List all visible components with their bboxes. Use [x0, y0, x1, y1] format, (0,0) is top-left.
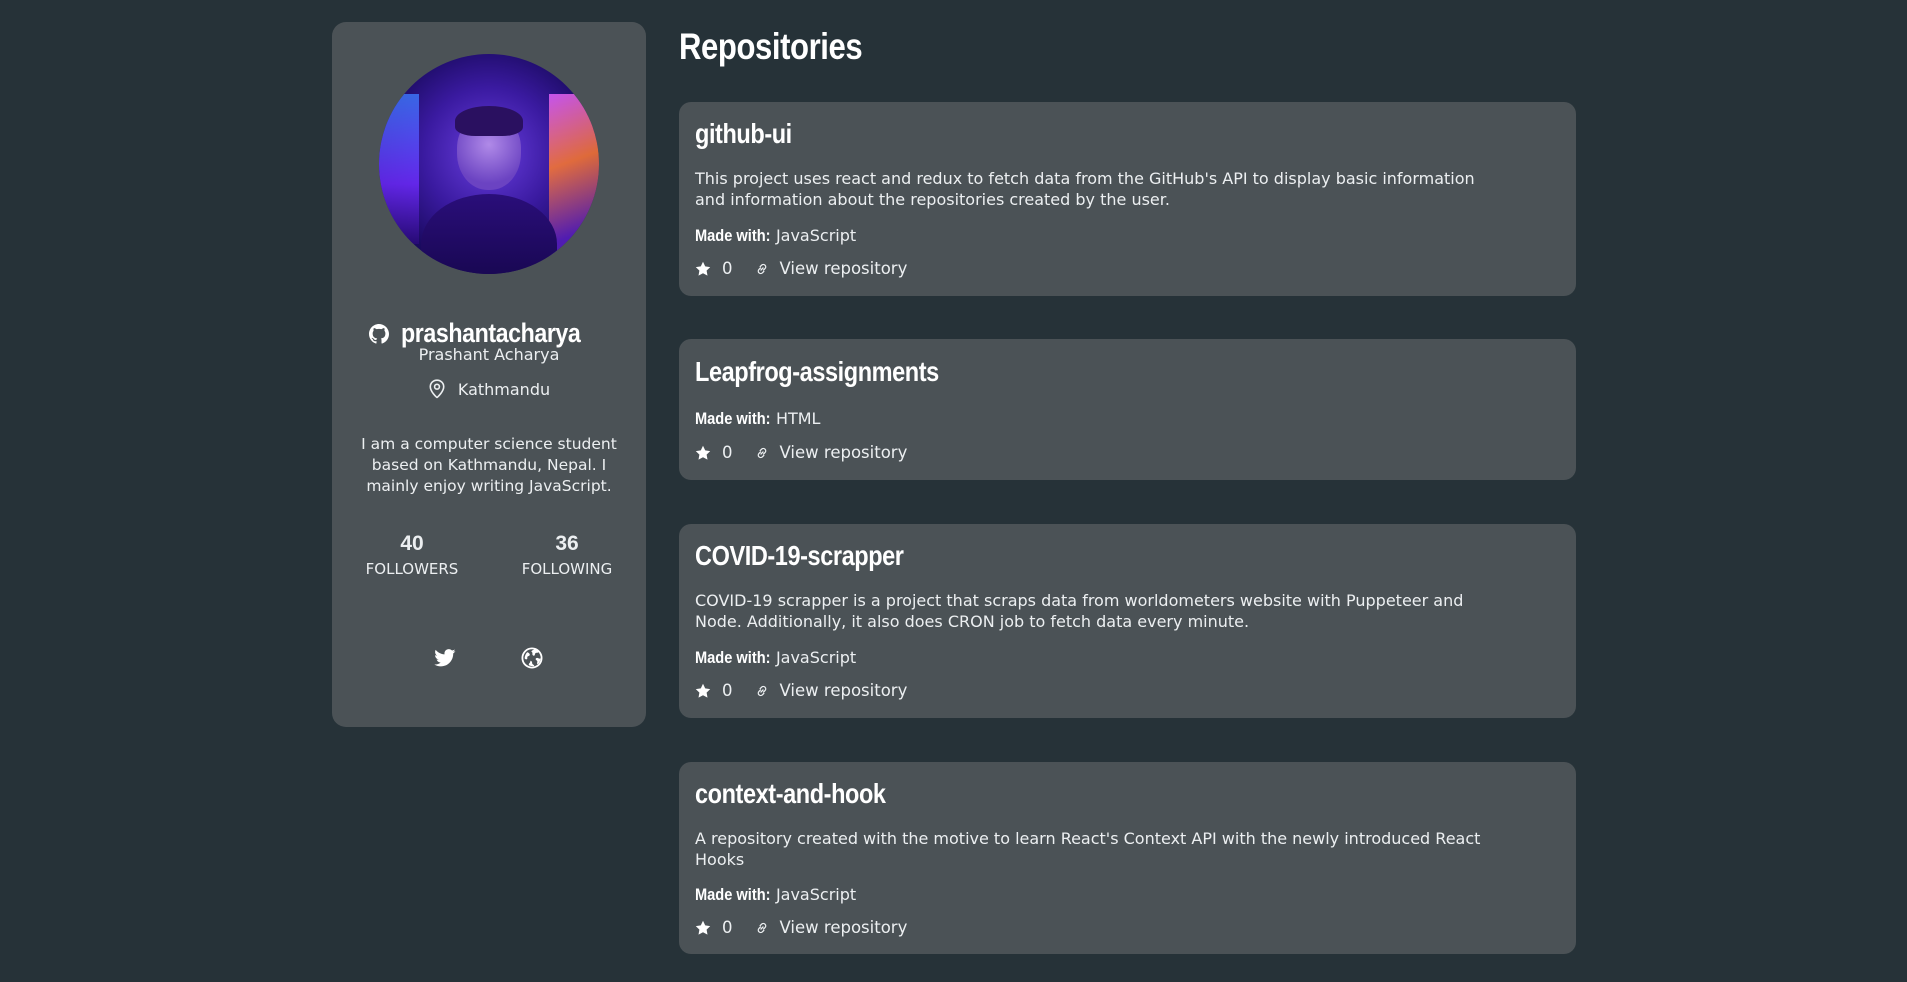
- avatar-background-left: [379, 94, 419, 244]
- link-icon: [755, 684, 769, 698]
- full-name: Prashant Acharya: [418, 345, 560, 364]
- bio: I am a computer science student based on…: [361, 435, 617, 495]
- language-text: JavaScript: [775, 226, 857, 245]
- avatar: [379, 54, 599, 274]
- location-text: Kathmandu: [457, 379, 551, 399]
- repo-description: COVID-19 scrapper is a project that scra…: [695, 591, 1464, 631]
- made-with-label: Made with:: [695, 885, 771, 904]
- following-stat[interactable]: 36 FOLLOWING: [507, 532, 627, 578]
- star-icon: [695, 920, 711, 936]
- following-count: 36: [555, 532, 579, 555]
- link-icon: [755, 446, 769, 460]
- repo-card: context-and-hook A repository created wi…: [679, 762, 1576, 954]
- avatar-hair: [455, 106, 523, 136]
- repo-language: Made with: HTML: [695, 409, 820, 429]
- social-links: [332, 646, 646, 672]
- repo-name[interactable]: context-and-hook: [695, 778, 886, 810]
- repo-card: github-ui This project uses react and re…: [679, 102, 1576, 296]
- repo-language: Made with: JavaScript: [695, 885, 856, 905]
- star-icon: [695, 683, 711, 699]
- repo-description: This project uses react and redux to fet…: [695, 169, 1475, 209]
- repo-meta: 0 View repository: [695, 259, 907, 278]
- followers-label: FOLLOWERS: [365, 560, 459, 578]
- github-icon: [368, 323, 389, 344]
- link-icon: [755, 921, 769, 935]
- avatar-body: [421, 194, 557, 274]
- repo-name[interactable]: COVID-19-scrapper: [695, 540, 904, 572]
- star-icon: [695, 261, 711, 277]
- map-pin-icon: [428, 379, 446, 399]
- location: Kathmandu: [332, 379, 646, 399]
- globe-icon[interactable]: [520, 646, 544, 670]
- view-repository-link[interactable]: View repository: [780, 259, 908, 278]
- link-icon: [755, 262, 769, 276]
- star-icon: [695, 445, 711, 461]
- repo-name[interactable]: github-ui: [695, 118, 792, 150]
- repo-description: A repository created with the motive to …: [695, 829, 1481, 869]
- repo-card: COVID-19-scrapper COVID-19 scrapper is a…: [679, 524, 1576, 718]
- repo-language: Made with: JavaScript: [695, 648, 856, 668]
- made-with-label: Made with:: [695, 409, 771, 428]
- made-with-label: Made with:: [695, 226, 771, 245]
- language-text: JavaScript: [775, 885, 857, 904]
- following-label: FOLLOWING: [521, 560, 613, 578]
- followers-stat[interactable]: 40 FOLLOWERS: [352, 532, 472, 578]
- page-title: Repositories: [679, 26, 863, 67]
- made-with-label: Made with:: [695, 648, 771, 667]
- repo-card: Leapfrog-assignments Made with: HTML 0 V…: [679, 339, 1576, 480]
- language-text: JavaScript: [775, 648, 857, 667]
- star-count: 0: [722, 681, 733, 700]
- view-repository-link[interactable]: View repository: [780, 918, 908, 937]
- star-count: 0: [722, 443, 733, 462]
- repo-name[interactable]: Leapfrog-assignments: [695, 356, 939, 388]
- repo-meta: 0 View repository: [695, 443, 907, 462]
- language-text: HTML: [775, 409, 821, 428]
- repo-meta: 0 View repository: [695, 681, 907, 700]
- star-count: 0: [722, 918, 733, 937]
- followers-count: 40: [400, 532, 424, 555]
- view-repository-link[interactable]: View repository: [780, 681, 908, 700]
- twitter-icon[interactable]: [433, 646, 457, 670]
- repo-language: Made with: JavaScript: [695, 226, 856, 246]
- profile-card: prashantacharya Prashant Acharya Kathman…: [332, 22, 646, 727]
- view-repository-link[interactable]: View repository: [780, 443, 908, 462]
- star-count: 0: [722, 259, 733, 278]
- repo-meta: 0 View repository: [695, 918, 907, 937]
